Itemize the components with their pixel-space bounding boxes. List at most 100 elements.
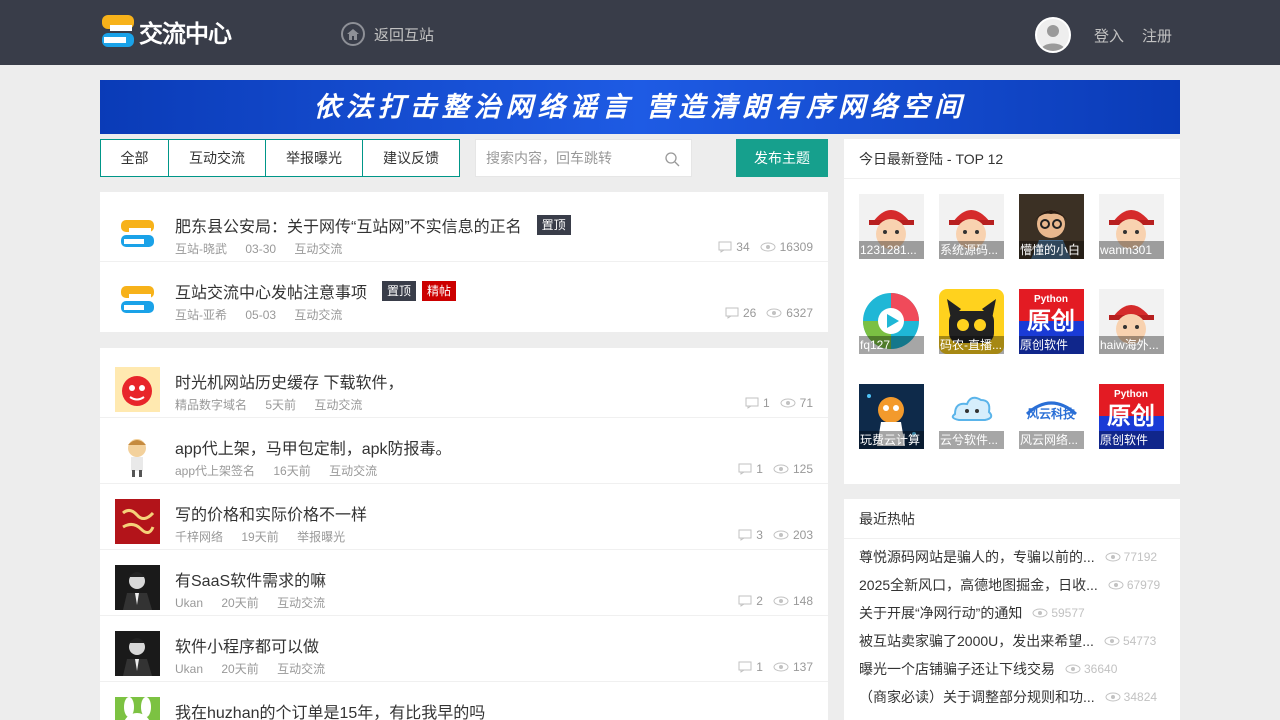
- tile-label: Python: [1034, 294, 1068, 305]
- post-title-text[interactable]: 软件小程序都可以做: [175, 633, 319, 657]
- user-tile[interactable]: Python 原创 原创软件: [1099, 384, 1164, 449]
- post-category[interactable]: 互动交流: [314, 398, 362, 412]
- eye-icon: [773, 662, 789, 672]
- hot-post-title[interactable]: 关于开展“净网行动”的通知: [859, 603, 1022, 623]
- eye-icon: [760, 242, 776, 252]
- user-tile[interactable]: fq127: [859, 289, 924, 354]
- list-item[interactable]: 时光机网站历史缓存 下载软件， 精品数字域名 5天前 互动交流 1 71: [100, 352, 828, 418]
- user-tile[interactable]: 码农-直播...: [939, 289, 1004, 354]
- post-title[interactable]: 肥东县公安局：关于网传“互站网”不实信息的正名 置顶: [175, 213, 571, 237]
- post-author[interactable]: 互站-晓武: [175, 242, 227, 256]
- avatar[interactable]: [115, 277, 160, 322]
- post-title-text[interactable]: 我在huzhan的个订单是15年，有比我早的吗: [175, 699, 485, 720]
- post-author[interactable]: app代上架签名: [175, 464, 255, 478]
- search-input[interactable]: [476, 140, 656, 176]
- user-tile[interactable]: 懵懂的小白: [1019, 194, 1084, 259]
- register-link[interactable]: 注册: [1142, 25, 1172, 46]
- post-title-text[interactable]: 互站交流中心发帖注意事项: [175, 279, 367, 303]
- search-icon[interactable]: [665, 152, 680, 167]
- post-title[interactable]: 我在huzhan的个订单是15年，有比我早的吗: [175, 699, 485, 720]
- post-category[interactable]: 互动交流: [294, 308, 342, 322]
- avatar[interactable]: [115, 433, 160, 478]
- post-category[interactable]: 举报曝光: [297, 530, 345, 544]
- view-count-text: 6327: [786, 306, 813, 320]
- user-avatar-icon[interactable]: [1035, 17, 1071, 53]
- avatar[interactable]: [115, 211, 160, 256]
- tab-all[interactable]: 全部: [101, 140, 169, 176]
- site-logo[interactable]: 交流中心: [100, 12, 232, 50]
- announcement-banner[interactable]: 依法打击整治网络谣言 营造清朗有序网络空间: [100, 80, 1180, 134]
- post-category[interactable]: 互动交流: [294, 242, 342, 256]
- avatar[interactable]: [115, 499, 160, 544]
- post-author[interactable]: 千梓网络: [175, 530, 223, 544]
- user-tile[interactable]: wanm301: [1099, 194, 1164, 259]
- hot-post-item[interactable]: 曝光一个店铺骗子还让下线交易 36640: [859, 659, 1117, 679]
- hot-post-item[interactable]: 关于开展“净网行动”的通知 59577: [859, 603, 1085, 623]
- post-title-text[interactable]: 写的价格和实际价格不一样: [175, 501, 367, 525]
- post-author[interactable]: 精品数字域名: [175, 398, 247, 412]
- new-post-button[interactable]: 发布主题: [736, 139, 828, 177]
- pinned-row[interactable]: 互站交流中心发帖注意事项 置顶 精帖 互站-亚希 05-03 互动交流 26 6…: [100, 262, 828, 328]
- user-name: 风云网络...: [1019, 431, 1084, 449]
- hot-post-title[interactable]: 被互站卖家骗了2000U，发出来希望...: [859, 631, 1094, 651]
- tab-feedback[interactable]: 建议反馈: [363, 140, 459, 176]
- pinned-row[interactable]: 肥东县公安局：关于网传“互站网”不实信息的正名 置顶 互站-晓武 03-30 互…: [100, 196, 828, 262]
- top-header: 交流中心 返回互站 登入 注册: [0, 0, 1280, 65]
- post-title[interactable]: 软件小程序都可以做: [175, 633, 319, 657]
- avatar[interactable]: [115, 367, 160, 412]
- hot-post-item[interactable]: 被互站卖家骗了2000U，发出来希望... 54773: [859, 631, 1156, 651]
- user-tile[interactable]: haiw海外...: [1099, 289, 1164, 354]
- post-title[interactable]: 时光机网站历史缓存 下载软件，: [175, 369, 403, 393]
- tab-report[interactable]: 举报曝光: [266, 140, 363, 176]
- hot-post-item[interactable]: （商家必读）关于调整部分规则和功... 34824: [859, 687, 1157, 707]
- user-tile[interactable]: 云兮软件...: [939, 384, 1004, 449]
- hot-post-item[interactable]: 尊悦源码网站是骗人的，专骗以前的... 77192: [859, 547, 1157, 567]
- post-category[interactable]: 互动交流: [329, 464, 377, 478]
- avatar[interactable]: [115, 631, 160, 676]
- featured-badge: 精帖: [422, 281, 457, 301]
- post-title[interactable]: app代上架，马甲包定制，apk防报毒。: [175, 435, 452, 459]
- back-home-link[interactable]: 返回互站: [341, 22, 434, 46]
- tile-text: 原创: [1107, 402, 1155, 430]
- eye-icon: [780, 398, 796, 408]
- home-icon: [341, 22, 365, 46]
- list-item[interactable]: app代上架，马甲包定制，apk防报毒。 app代上架签名 16天前 互动交流 …: [100, 418, 828, 484]
- hot-post-title[interactable]: 曝光一个店铺骗子还让下线交易: [859, 659, 1055, 679]
- list-item[interactable]: 有SaaS软件需求的嘛 Ukan 20天前 互动交流 2 148: [100, 550, 828, 616]
- post-title[interactable]: 写的价格和实际价格不一样: [175, 501, 367, 525]
- post-title-text[interactable]: app代上架，马甲包定制，apk防报毒。: [175, 435, 452, 459]
- hot-post-item[interactable]: 2025全新风口，高德地图掘金，日收... 67979: [859, 575, 1160, 595]
- view-count-text: 36640: [1084, 662, 1118, 676]
- post-title-text[interactable]: 有SaaS软件需求的嘛: [175, 567, 326, 591]
- user-tile[interactable]: 玩费云计算: [859, 384, 924, 449]
- hot-post-title[interactable]: （商家必读）关于调整部分规则和功...: [859, 687, 1095, 707]
- list-item[interactable]: 我在huzhan的个订单是15年，有比我早的吗: [100, 682, 828, 720]
- user-tile[interactable]: 风云科技 风云网络...: [1019, 384, 1084, 449]
- view-count-text: 16309: [779, 240, 813, 254]
- post-title-text[interactable]: 时光机网站历史缓存 下载软件，: [175, 369, 403, 393]
- post-category[interactable]: 互动交流: [277, 662, 325, 676]
- post-author[interactable]: Ukan: [175, 596, 203, 610]
- hot-post-title[interactable]: 2025全新风口，高德地图掘金，日收...: [859, 575, 1098, 595]
- user-tile[interactable]: 1231281...: [859, 194, 924, 259]
- hot-post-title[interactable]: 尊悦源码网站是骗人的，专骗以前的...: [859, 547, 1095, 567]
- user-tile[interactable]: 系统源码...: [939, 194, 1004, 259]
- tab-interaction[interactable]: 互动交流: [169, 140, 266, 176]
- post-title[interactable]: 互站交流中心发帖注意事项 置顶 精帖: [175, 279, 457, 303]
- post-author[interactable]: 互站-亚希: [175, 308, 227, 322]
- avatar[interactable]: [115, 565, 160, 610]
- user-tile[interactable]: Python 原创 原创软件: [1019, 289, 1084, 354]
- post-author[interactable]: Ukan: [175, 662, 203, 676]
- avatar[interactable]: [115, 697, 160, 720]
- eye-icon: [1065, 664, 1081, 674]
- login-link[interactable]: 登入: [1094, 25, 1124, 46]
- post-category[interactable]: 互动交流: [277, 596, 325, 610]
- list-item[interactable]: 写的价格和实际价格不一样 千梓网络 19天前 举报曝光 3 203: [100, 484, 828, 550]
- logo-icon: [102, 15, 134, 47]
- view-count: 6327: [766, 306, 813, 320]
- post-title-text[interactable]: 肥东县公安局：关于网传“互站网”不实信息的正名: [175, 213, 522, 237]
- post-title[interactable]: 有SaaS软件需求的嘛: [175, 567, 326, 591]
- banner-text: 依法打击整治网络谣言 营造清朗有序网络空间: [313, 92, 967, 122]
- list-item[interactable]: 软件小程序都可以做 Ukan 20天前 互动交流 1 137: [100, 616, 828, 682]
- comment-icon: [738, 661, 752, 673]
